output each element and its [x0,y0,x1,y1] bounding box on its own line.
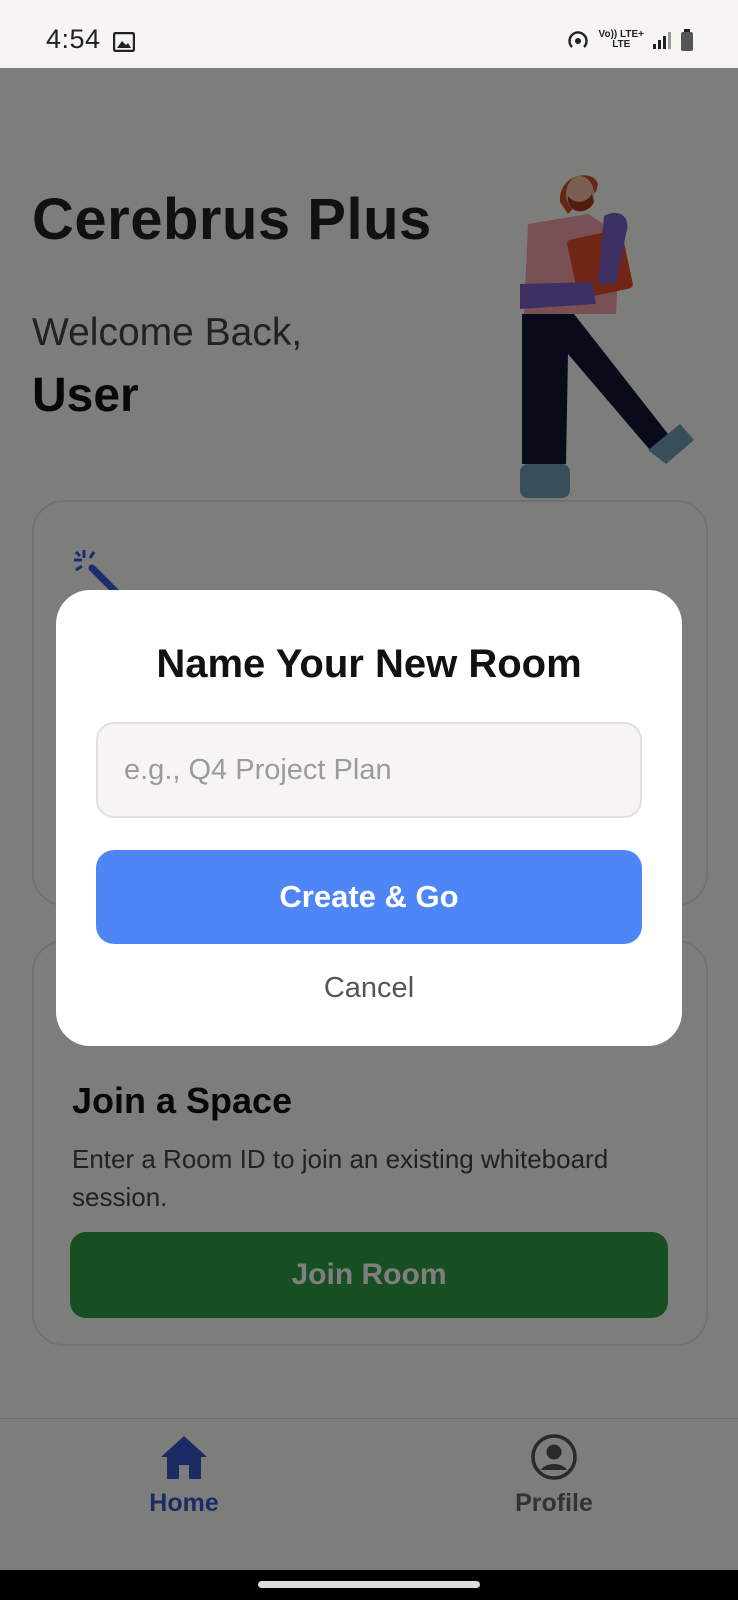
create-and-go-button[interactable]: Create & Go [96,850,642,944]
status-bar: 4:54 Vo)) LTE+ LTE [0,0,738,68]
cancel-button[interactable]: Cancel [269,960,469,1016]
room-name-input[interactable] [96,722,642,818]
system-gesture-bar [0,1570,738,1600]
network-indicator: Vo)) LTE+ LTE [599,30,644,50]
network-bottom-label: LTE [612,39,631,50]
dialog-title: Name Your New Room [156,642,582,686]
status-icons: Vo)) LTE+ LTE [565,28,694,52]
signal-icon [653,32,671,49]
new-room-dialog: Name Your New Room Create & Go Cancel [56,590,682,1046]
home-gesture-handle[interactable] [258,1581,480,1588]
battery-icon [681,29,693,51]
status-time: 4:54 [46,24,101,54]
hotspot-icon [567,31,588,48]
image-icon [113,32,135,52]
